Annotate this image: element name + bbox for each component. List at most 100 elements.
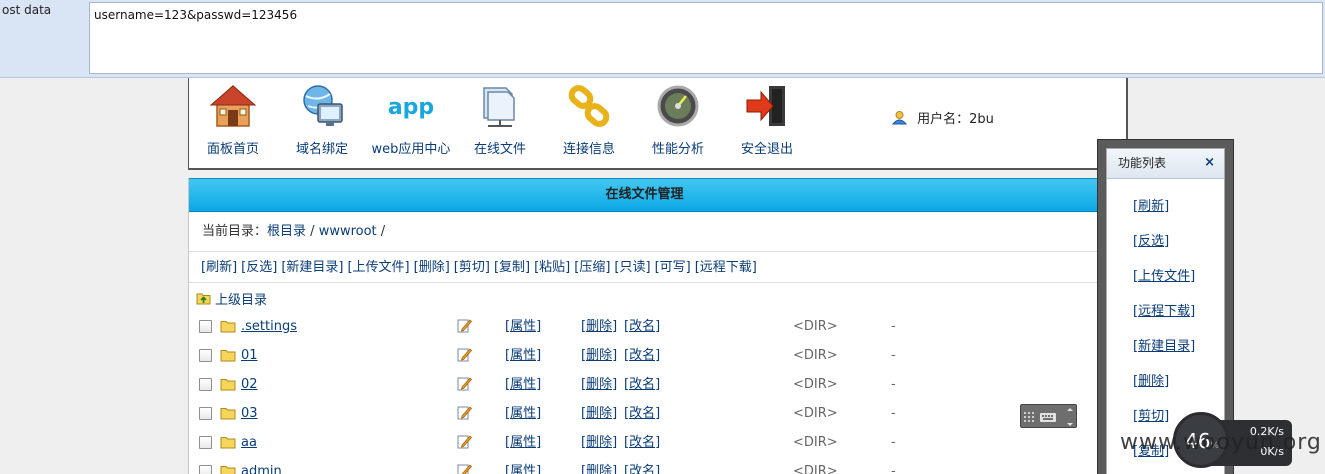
row-size: - [891, 464, 896, 474]
breadcrumb: 当前目录：根目录 / wwwroot / [189, 212, 1100, 252]
row-attr-link[interactable]: [属性] [505, 399, 541, 428]
fn-item-new-dir[interactable]: [新建目录] [1133, 329, 1224, 364]
row-type: <DIR> [793, 406, 838, 421]
file-name-link[interactable]: aa [241, 428, 257, 457]
row-rename-link[interactable]: [改名] [624, 341, 660, 370]
row-checkbox[interactable] [199, 407, 212, 420]
row-size: - [891, 435, 896, 450]
fn-item-delete[interactable]: [删除] [1133, 364, 1224, 399]
nav-item-logout[interactable]: 安全退出 [725, 78, 809, 157]
nav-item-performance[interactable]: 性能分析 [636, 78, 720, 157]
toolbar-upload[interactable]: [上传文件] [347, 260, 409, 275]
close-icon[interactable]: × [1204, 149, 1215, 177]
file-name-link[interactable]: .settings [241, 312, 297, 341]
keyboard-widget[interactable] [1020, 404, 1077, 428]
file-name-link[interactable]: admin [241, 457, 282, 474]
row-attr-link[interactable]: [属性] [505, 341, 541, 370]
row-checkbox[interactable] [199, 320, 212, 333]
function-list-header: 功能列表 × [1107, 149, 1224, 179]
folder-icon [220, 466, 236, 474]
app-icon: app [388, 95, 434, 120]
row-type: <DIR> [793, 435, 838, 450]
row-delete-link[interactable]: [删除] [581, 312, 617, 341]
edit-icon[interactable] [457, 463, 472, 474]
fn-item-remote-download[interactable]: [远程下载] [1133, 294, 1224, 329]
parent-dir-label: 上级目录 [215, 293, 268, 308]
row-checkbox[interactable] [199, 465, 212, 474]
nav-item-home[interactable]: 面板首页 [191, 78, 275, 157]
edit-icon[interactable] [457, 434, 472, 449]
file-name-link[interactable]: 02 [241, 370, 258, 399]
nav-item-connection[interactable]: 连接信息 [547, 78, 631, 157]
edit-icon[interactable] [457, 347, 472, 362]
toolbar-delete[interactable]: [删除] [414, 260, 450, 275]
row-delete-link[interactable]: [删除] [581, 428, 617, 457]
toolbar-copy[interactable]: [复制] [494, 260, 530, 275]
toolbar-compress[interactable]: [压缩] [574, 260, 610, 275]
row-type: <DIR> [793, 464, 838, 474]
row-size: - [891, 377, 896, 392]
file-name-link[interactable]: 01 [241, 341, 258, 370]
keyboard-icon [1024, 408, 1073, 426]
row-delete-link[interactable]: [删除] [581, 399, 617, 428]
toolbar-new-dir[interactable]: [新建目录] [281, 260, 343, 275]
row-type: <DIR> [793, 377, 838, 392]
breadcrumb-root-link[interactable]: 根目录 [267, 224, 306, 239]
row-checkbox[interactable] [199, 436, 212, 449]
row-rename-link[interactable]: [改名] [624, 399, 660, 428]
app-icon-text: app [388, 95, 434, 120]
row-attr-link[interactable]: [属性] [505, 312, 541, 341]
row-checkbox[interactable] [199, 378, 212, 391]
toolbar-readonly[interactable]: [只读] [614, 260, 650, 275]
row-delete-link[interactable]: [删除] [581, 341, 617, 370]
table-row: admin [属性] [删除] [改名] <DIR> - [189, 457, 1089, 474]
row-rename-link[interactable]: [改名] [624, 312, 660, 341]
house-icon [209, 84, 257, 127]
file-name-link[interactable]: 03 [241, 399, 258, 428]
globe-monitor-icon [303, 85, 343, 126]
edit-icon[interactable] [457, 405, 472, 420]
header-nav-panel: 面板首页 域名绑定 app web应用中心 在线文件 连接信息 性能分析 安全退… [188, 78, 1128, 170]
nav-label-logout: 安全退出 [740, 142, 793, 157]
file-manager-title: 在线文件管理 [189, 178, 1100, 212]
nav-item-domain[interactable]: 域名绑定 [280, 78, 364, 157]
toolbar-invert-select[interactable]: [反选] [241, 260, 277, 275]
nav-label-performance: 性能分析 [651, 142, 704, 157]
post-data-input[interactable]: username=123&passwd=123456 [89, 2, 1323, 74]
row-rename-link[interactable]: [改名] [624, 428, 660, 457]
toolbar-cut[interactable]: [剪切] [454, 260, 490, 275]
row-attr-link[interactable]: [属性] [505, 457, 541, 474]
post-data-label: ost data [2, 3, 52, 17]
row-delete-link[interactable]: [删除] [581, 370, 617, 399]
file-manager-panel: 在线文件管理 当前目录：根目录 / wwwroot / [刷新] [反选] [新建目… [188, 178, 1100, 474]
toolbar-remote-download[interactable]: [远程下载] [695, 260, 757, 275]
nav-label-files: 在线文件 [473, 142, 526, 157]
user-info: 用户名：2bu [892, 108, 994, 127]
edit-icon[interactable] [457, 318, 472, 333]
nav-label-webapp: web应用中心 [371, 142, 451, 157]
edit-icon[interactable] [457, 376, 472, 391]
toolbar-refresh[interactable]: [刷新] [201, 260, 237, 275]
row-attr-link[interactable]: [属性] [505, 370, 541, 399]
breadcrumb-prefix: 当前目录： [202, 224, 268, 239]
folder-icon [220, 437, 236, 449]
breadcrumb-wwwroot-link[interactable]: wwwroot [319, 224, 377, 239]
row-rename-link[interactable]: [改名] [624, 370, 660, 399]
row-rename-link[interactable]: [改名] [624, 457, 660, 474]
folder-icon [220, 408, 236, 420]
nav-item-webapp[interactable]: app web应用中心 [369, 78, 453, 157]
fn-item-upload[interactable]: [上传文件] [1133, 259, 1224, 294]
row-delete-link[interactable]: [删除] [581, 457, 617, 474]
fn-item-refresh[interactable]: [刷新] [1133, 189, 1224, 224]
nav-item-files[interactable]: 在线文件 [458, 78, 542, 157]
toolbar-writable[interactable]: [可写] [655, 260, 691, 275]
row-attr-link[interactable]: [属性] [505, 428, 541, 457]
fn-item-invert-select[interactable]: [反选] [1133, 224, 1224, 259]
toolbar-paste[interactable]: [粘贴] [534, 260, 570, 275]
gauge-icon [657, 85, 699, 127]
table-row: 02 [属性] [删除] [改名] <DIR> - [189, 370, 1089, 399]
row-checkbox[interactable] [199, 349, 212, 362]
parent-dir-link[interactable]: 上级目录 [196, 289, 267, 308]
table-row: 01 [属性] [删除] [改名] <DIR> - [189, 341, 1089, 370]
exit-door-icon [746, 86, 785, 126]
